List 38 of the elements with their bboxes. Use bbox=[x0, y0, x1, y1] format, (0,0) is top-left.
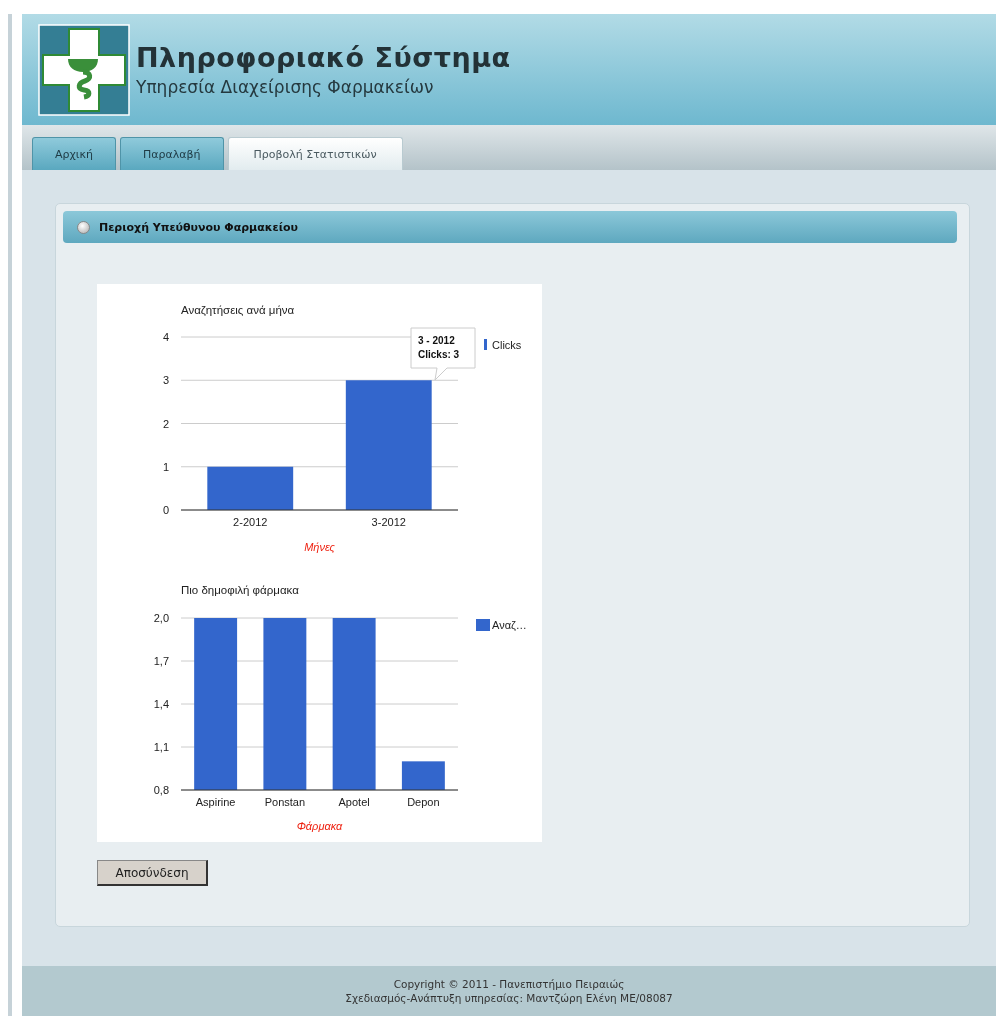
footer-text: Σχεδιασμός-Ανάπτυξη υπηρεσίας: Μαντζώρη Ελένη ΜΕ/08087 bbox=[345, 991, 673, 1005]
y-tick-label: 2,0 bbox=[153, 612, 169, 624]
x-tick-label: Depon bbox=[407, 796, 440, 808]
nav-tab[interactable]: Αρχική bbox=[32, 137, 117, 170]
x-tick-label: 3-2012 bbox=[371, 516, 406, 528]
nav-tab[interactable]: Παραλαβή bbox=[120, 137, 224, 170]
pharmacy-cross-logo-icon bbox=[38, 23, 130, 116]
y-tick-label: 1,1 bbox=[153, 741, 169, 753]
y-tick-label: 1,7 bbox=[153, 655, 169, 667]
circle-icon bbox=[77, 220, 90, 234]
legend-swatch bbox=[484, 339, 487, 350]
footer-text: Copyright © 2011 - Πανεπιστήμιο Πειραιώς bbox=[393, 977, 625, 991]
y-tick-label: 0,8 bbox=[153, 784, 169, 796]
legend-label: Clicks bbox=[492, 339, 522, 351]
y-tick-label: 1,4 bbox=[153, 698, 169, 710]
x-axis-title: Μήνες bbox=[304, 541, 335, 553]
x-tick-label: 2-2012 bbox=[233, 516, 268, 528]
site-subtitle: Υπηρεσία Διαχείρισης Φαρμακείων bbox=[136, 77, 435, 97]
logout-button[interactable]: Αποσύνδεση bbox=[97, 860, 208, 886]
x-tick-label: Aspirine bbox=[195, 796, 236, 808]
legend-label: Αναζ… bbox=[492, 619, 527, 631]
chart-title: Αναζητήσεις ανά μήνα bbox=[181, 304, 295, 316]
nav-tab[interactable]: Προβολή Στατιστικών bbox=[227, 137, 403, 170]
y-tick-label: 2 bbox=[162, 417, 169, 430]
x-tick-label: Ponstan bbox=[264, 796, 306, 808]
x-axis-title: Φάρμακα bbox=[296, 820, 343, 832]
site-title: Πληροφοριακό Σύστημα bbox=[136, 42, 511, 73]
tooltip-category: 3 - 2012 bbox=[418, 335, 455, 346]
bar bbox=[401, 761, 445, 790]
tooltip-value: Clicks: 3 bbox=[418, 349, 460, 360]
y-tick-label: 1 bbox=[162, 460, 169, 473]
legend-swatch bbox=[476, 619, 490, 631]
panel-title: Περιοχή Υπεύθυνου Φαρμακείου bbox=[99, 220, 298, 234]
x-tick-label: Apotel bbox=[338, 796, 370, 808]
y-tick-label: 4 bbox=[162, 331, 169, 343]
chart-title: Πιο δημοφιλή φάρμακα bbox=[181, 584, 299, 596]
y-tick-label: 3 bbox=[162, 374, 169, 387]
y-tick-label: 0 bbox=[162, 504, 169, 516]
